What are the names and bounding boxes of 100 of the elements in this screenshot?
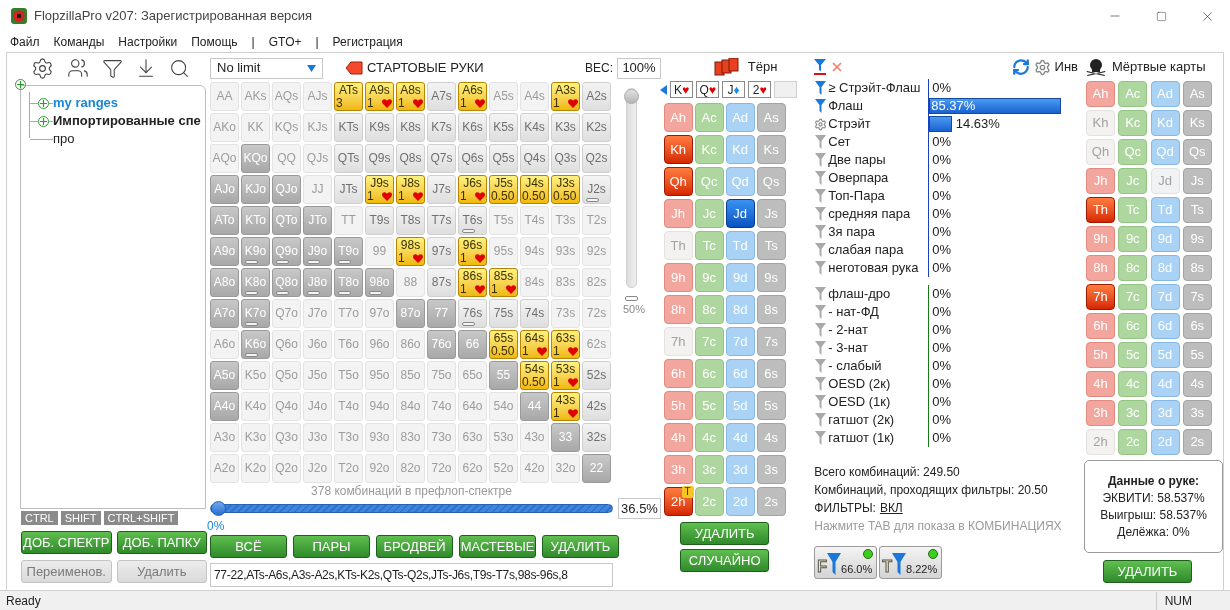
hand-cell[interactable]: Q6o [272,330,301,359]
card-button[interactable]: 3h [1086,400,1115,426]
expand-icon[interactable] [38,97,49,109]
hand-cell[interactable]: 52o [489,454,518,483]
card-button[interactable]: 9h [663,263,693,292]
hand-cell[interactable]: Q4s [520,144,549,173]
category-label[interactable]: гатшот (2к) [827,410,929,430]
menu-item[interactable]: | [251,33,255,51]
hand-cell[interactable]: 96o [365,330,394,359]
card-button[interactable]: 4c [694,423,724,452]
hand-cell[interactable]: J3s 0.50 [551,175,580,204]
category-label[interactable]: - нат-ФД [827,302,929,322]
filter-icon[interactable] [814,59,827,75]
hand-cell[interactable]: A3o [210,423,239,452]
hand-cell[interactable]: QTs [334,144,363,173]
card-button[interactable]: 8d [1150,255,1180,281]
hand-cell[interactable]: AQs [272,82,301,111]
category-label[interactable]: Оверпара [827,168,929,188]
hand-cell[interactable]: 93s [551,237,580,266]
hand-cell[interactable]: 32o [551,454,580,483]
hand-cell[interactable]: K2s [582,113,611,142]
menu-item[interactable]: Настройки [118,33,178,51]
card-button[interactable]: Tc [694,231,724,260]
card-button[interactable]: 9c [694,263,724,292]
card-button[interactable]: 5d [725,391,755,420]
hand-cell[interactable]: 43s 1 [551,392,580,421]
hand-cell[interactable]: 73s [551,299,580,328]
hand-cell[interactable]: A5s [489,82,518,111]
card-button[interactable]: 2h T [663,487,693,516]
hand-cell[interactable]: J8o [303,268,332,297]
card-button[interactable]: 5h [1086,342,1115,368]
hand-cell[interactable]: 95s [489,237,518,266]
hand-cell[interactable]: Q7s [427,144,456,173]
maximize-icon[interactable] [1155,10,1167,22]
card-button[interactable]: 5c [694,391,724,420]
card-button[interactable]: Ts [1182,197,1212,223]
board-card[interactable]: K♥ [670,81,694,98]
card-button[interactable]: 9d [725,263,755,292]
card-button[interactable]: 5s [1182,342,1212,368]
card-button[interactable]: 8c [1118,255,1148,281]
category-label[interactable]: Топ-Пара [827,186,929,206]
hand-cell[interactable]: K3s [551,113,580,142]
hand-cell[interactable]: J7o [303,299,332,328]
category-label[interactable]: неготовая рука [827,258,929,278]
hand-cell[interactable]: J9o [303,237,332,266]
hand-cell[interactable]: 98s 1 [396,237,425,266]
card-button[interactable]: 9c [1118,226,1148,252]
card-button[interactable]: Qc [1118,139,1148,165]
percent-field[interactable]: 36.5% [618,498,661,519]
hand-cell[interactable]: 97o [365,299,394,328]
hand-cell[interactable]: Q6s [458,144,487,173]
menu-item[interactable]: Команды [53,33,105,51]
hand-cell[interactable]: K5o [241,361,270,390]
hand-cell[interactable]: KJo [241,175,270,204]
hand-cell[interactable]: 75o [427,361,456,390]
hand-cell[interactable]: K6s [458,113,487,142]
card-button[interactable]: 4h [1086,371,1115,397]
card-button[interactable]: 2d [725,487,755,516]
hand-cell[interactable]: 62o [458,454,487,483]
card-button[interactable]: 6d [1150,313,1180,339]
filter-icon[interactable] [815,99,827,113]
settings-icon[interactable] [31,56,54,80]
hand-cell[interactable]: 76o [427,330,456,359]
hand-cell[interactable]: KTs [334,113,363,142]
card-button[interactable]: Qs [756,167,786,196]
hand-cell[interactable]: KQs [272,113,301,142]
hand-cell[interactable]: 94o [365,392,394,421]
hand-cell[interactable]: 84o [396,392,425,421]
range-text-field[interactable]: 77-22,ATs-A6s,A3s-A2s,KTs-K2s,QTs-Q2s,JTs-J6s,T9s-T7s,98s-96s,8 [210,563,613,587]
hand-cell[interactable]: A7s [427,82,456,111]
card-button[interactable]: 7d [725,327,755,356]
card-button[interactable]: Ts [756,231,786,260]
hand-cell[interactable]: K7s [427,113,456,142]
card-button[interactable]: Qs [1182,139,1212,165]
hand-cell[interactable]: JTo [303,206,332,235]
hand-cell[interactable]: T9o [334,237,363,266]
hand-cell[interactable]: T4s [520,206,549,235]
hand-cell[interactable]: 22 [582,454,611,483]
hand-cell[interactable]: ATo [210,206,239,235]
modifier-tab[interactable]: CTRL+SHIFT [103,511,179,525]
card-button[interactable]: Jc [1118,168,1148,194]
category-label[interactable]: Две пары [827,150,929,170]
card-button[interactable]: Kh [663,135,693,164]
hand-cell[interactable]: 55 [489,361,518,390]
range-button[interactable]: МАСТЕВЫЕ [459,535,536,558]
filter-icon[interactable] [102,57,123,79]
hand-cell[interactable]: K9s [365,113,394,142]
hand-cell[interactable]: K4s [520,113,549,142]
hand-cell[interactable]: J7s [427,175,456,204]
category-label[interactable]: Сет [827,132,929,152]
hand-cell[interactable]: KQo [241,144,270,173]
hand-cell[interactable]: 88 [396,268,425,297]
hand-cell[interactable]: QJs [303,144,332,173]
card-button[interactable]: Kc [694,135,724,164]
hand-cell[interactable]: T7o [334,299,363,328]
hand-cell[interactable]: 63o [458,423,487,452]
card-button[interactable]: 8s [756,295,786,324]
card-button[interactable]: Td [1150,197,1180,223]
hand-cell[interactable]: Q8s [396,144,425,173]
card-button[interactable]: 7c [1118,284,1148,310]
